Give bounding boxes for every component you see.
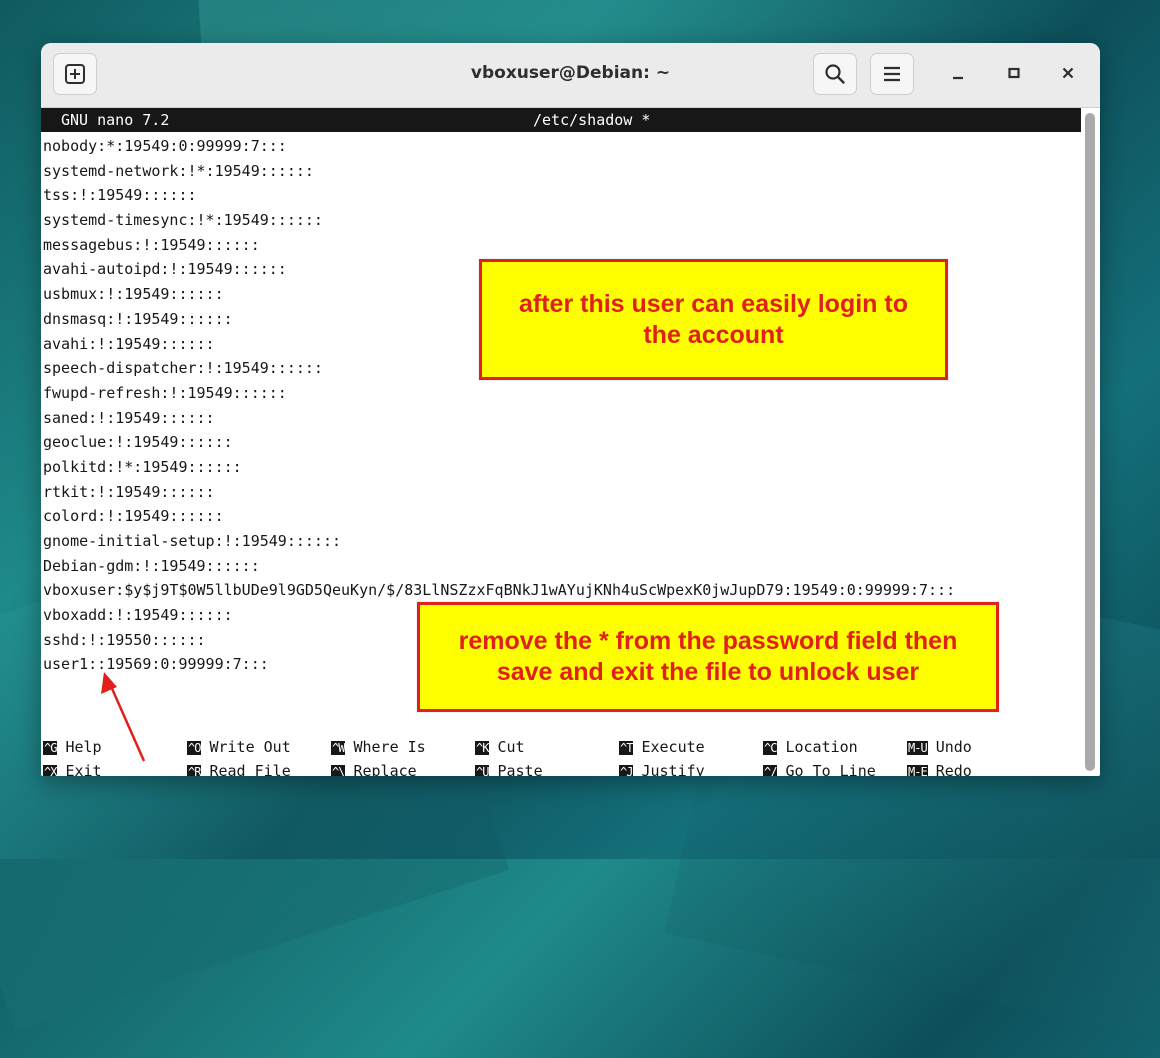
shortcut-label: Where Is	[353, 738, 426, 756]
shortcut-key: M-U	[907, 741, 928, 755]
search-button[interactable]	[813, 53, 857, 95]
file-line[interactable]: rtkit:!:19549::::::	[43, 480, 955, 505]
shortcut-label: Undo	[935, 738, 972, 756]
annotation-note-login: after this user can easily login to the …	[479, 259, 948, 380]
file-line[interactable]: tss:!:19549::::::	[43, 183, 955, 208]
shortcut-item: ^K Cut	[475, 736, 525, 759]
scrollbar-thumb[interactable]	[1085, 113, 1095, 771]
search-icon	[825, 64, 845, 84]
shortcut-item: ^J Justify	[619, 760, 705, 776]
shortcut-item: M-E Redo	[907, 760, 972, 776]
shortcut-key: ^G	[43, 741, 57, 755]
nano-version: GNU nano 7.2	[61, 111, 170, 129]
shortcut-item: ^T Execute	[619, 736, 705, 759]
close-button[interactable]	[1056, 61, 1080, 85]
shortcut-key: M-E	[907, 765, 928, 776]
shortcut-label: Redo	[935, 762, 972, 776]
file-line[interactable]: Debian-gdm:!:19549::::::	[43, 554, 955, 579]
shortcut-label: Help	[65, 738, 102, 756]
file-line[interactable]: geoclue:!:19549::::::	[43, 430, 955, 455]
shortcut-label: Paste	[497, 762, 543, 776]
shortcut-key: ^W	[331, 741, 345, 755]
shortcut-key: ^R	[187, 765, 201, 776]
file-line[interactable]: systemd-timesync:!*:19549::::::	[43, 208, 955, 233]
shortcut-label: Cut	[497, 738, 525, 756]
file-line[interactable]: colord:!:19549::::::	[43, 504, 955, 529]
file-line[interactable]: saned:!:19549::::::	[43, 406, 955, 431]
maximize-button[interactable]	[1002, 61, 1026, 85]
file-line[interactable]: systemd-network:!*:19549::::::	[43, 159, 955, 184]
shortcut-item: ^X Exit	[43, 760, 102, 776]
file-line[interactable]: nobody:*:19549:0:99999:7:::	[43, 134, 955, 159]
minimize-icon	[953, 76, 963, 80]
shortcut-label: Write Out	[209, 738, 291, 756]
shortcut-item: ^\ Replace	[331, 760, 417, 776]
shortcut-label: Replace	[353, 762, 417, 776]
shortcut-label: Exit	[65, 762, 102, 776]
shortcut-key: ^T	[619, 741, 633, 755]
file-content[interactable]: nobody:*:19549:0:99999:7::: systemd-netwo…	[43, 134, 955, 677]
nano-header: GNU nano 7.2 /etc/shadow *	[41, 108, 1081, 132]
shortcut-item: ^R Read File	[187, 760, 291, 776]
maximize-icon	[1008, 67, 1020, 79]
shortcut-label: Justify	[641, 762, 705, 776]
shortcut-key: ^K	[475, 741, 489, 755]
shortcut-key: ^\	[331, 765, 345, 776]
annotation-note-remove: remove the * from the password field the…	[417, 602, 999, 712]
shortcut-key: ^C	[763, 741, 777, 755]
shortcut-item: ^U Paste	[475, 760, 543, 776]
shortcut-key: ^U	[475, 765, 489, 776]
file-line[interactable]: polkitd:!*:19549::::::	[43, 455, 955, 480]
shortcut-key: ^J	[619, 765, 633, 776]
minimize-button[interactable]	[946, 61, 970, 85]
shortcut-label: Location	[785, 738, 858, 756]
window-titlebar: vboxuser@Debian: ~	[41, 43, 1100, 108]
shortcut-item: ^C Location	[763, 736, 858, 759]
hamburger-menu-icon	[884, 66, 900, 82]
shortcut-key: ^/	[763, 765, 777, 776]
annotation-note-login-text: after this user can easily login to the …	[518, 289, 908, 349]
shortcut-item: ^W Where Is	[331, 736, 426, 759]
file-line[interactable]: gnome-initial-setup:!:19549::::::	[43, 529, 955, 554]
shortcut-item: ^/ Go To Line	[763, 760, 876, 776]
shortcut-label: Go To Line	[785, 762, 876, 776]
shortcut-label: Execute	[641, 738, 705, 756]
window-title: vboxuser@Debian: ~	[470, 63, 671, 83]
shortcut-label: Read File	[209, 762, 291, 776]
annotation-note-remove-text: remove the * from the password field the…	[458, 627, 958, 686]
nano-filename: /etc/shadow *	[533, 111, 651, 129]
file-line[interactable]: fwupd-refresh:!:19549::::::	[43, 381, 955, 406]
file-line[interactable]: messagebus:!:19549::::::	[43, 233, 955, 258]
close-icon	[1062, 67, 1074, 79]
shortcut-item: ^O Write Out	[187, 736, 291, 759]
menu-button[interactable]	[870, 53, 914, 95]
shortcut-item: ^G Help	[43, 736, 102, 759]
shortcut-item: M-U Undo	[907, 736, 972, 759]
shortcut-key: ^O	[187, 741, 201, 755]
file-line[interactable]: vboxuser:$y$j9T$0W5llbUDe9l9GD5QeuKyn/$/…	[43, 578, 955, 603]
shortcut-key: ^X	[43, 765, 57, 776]
